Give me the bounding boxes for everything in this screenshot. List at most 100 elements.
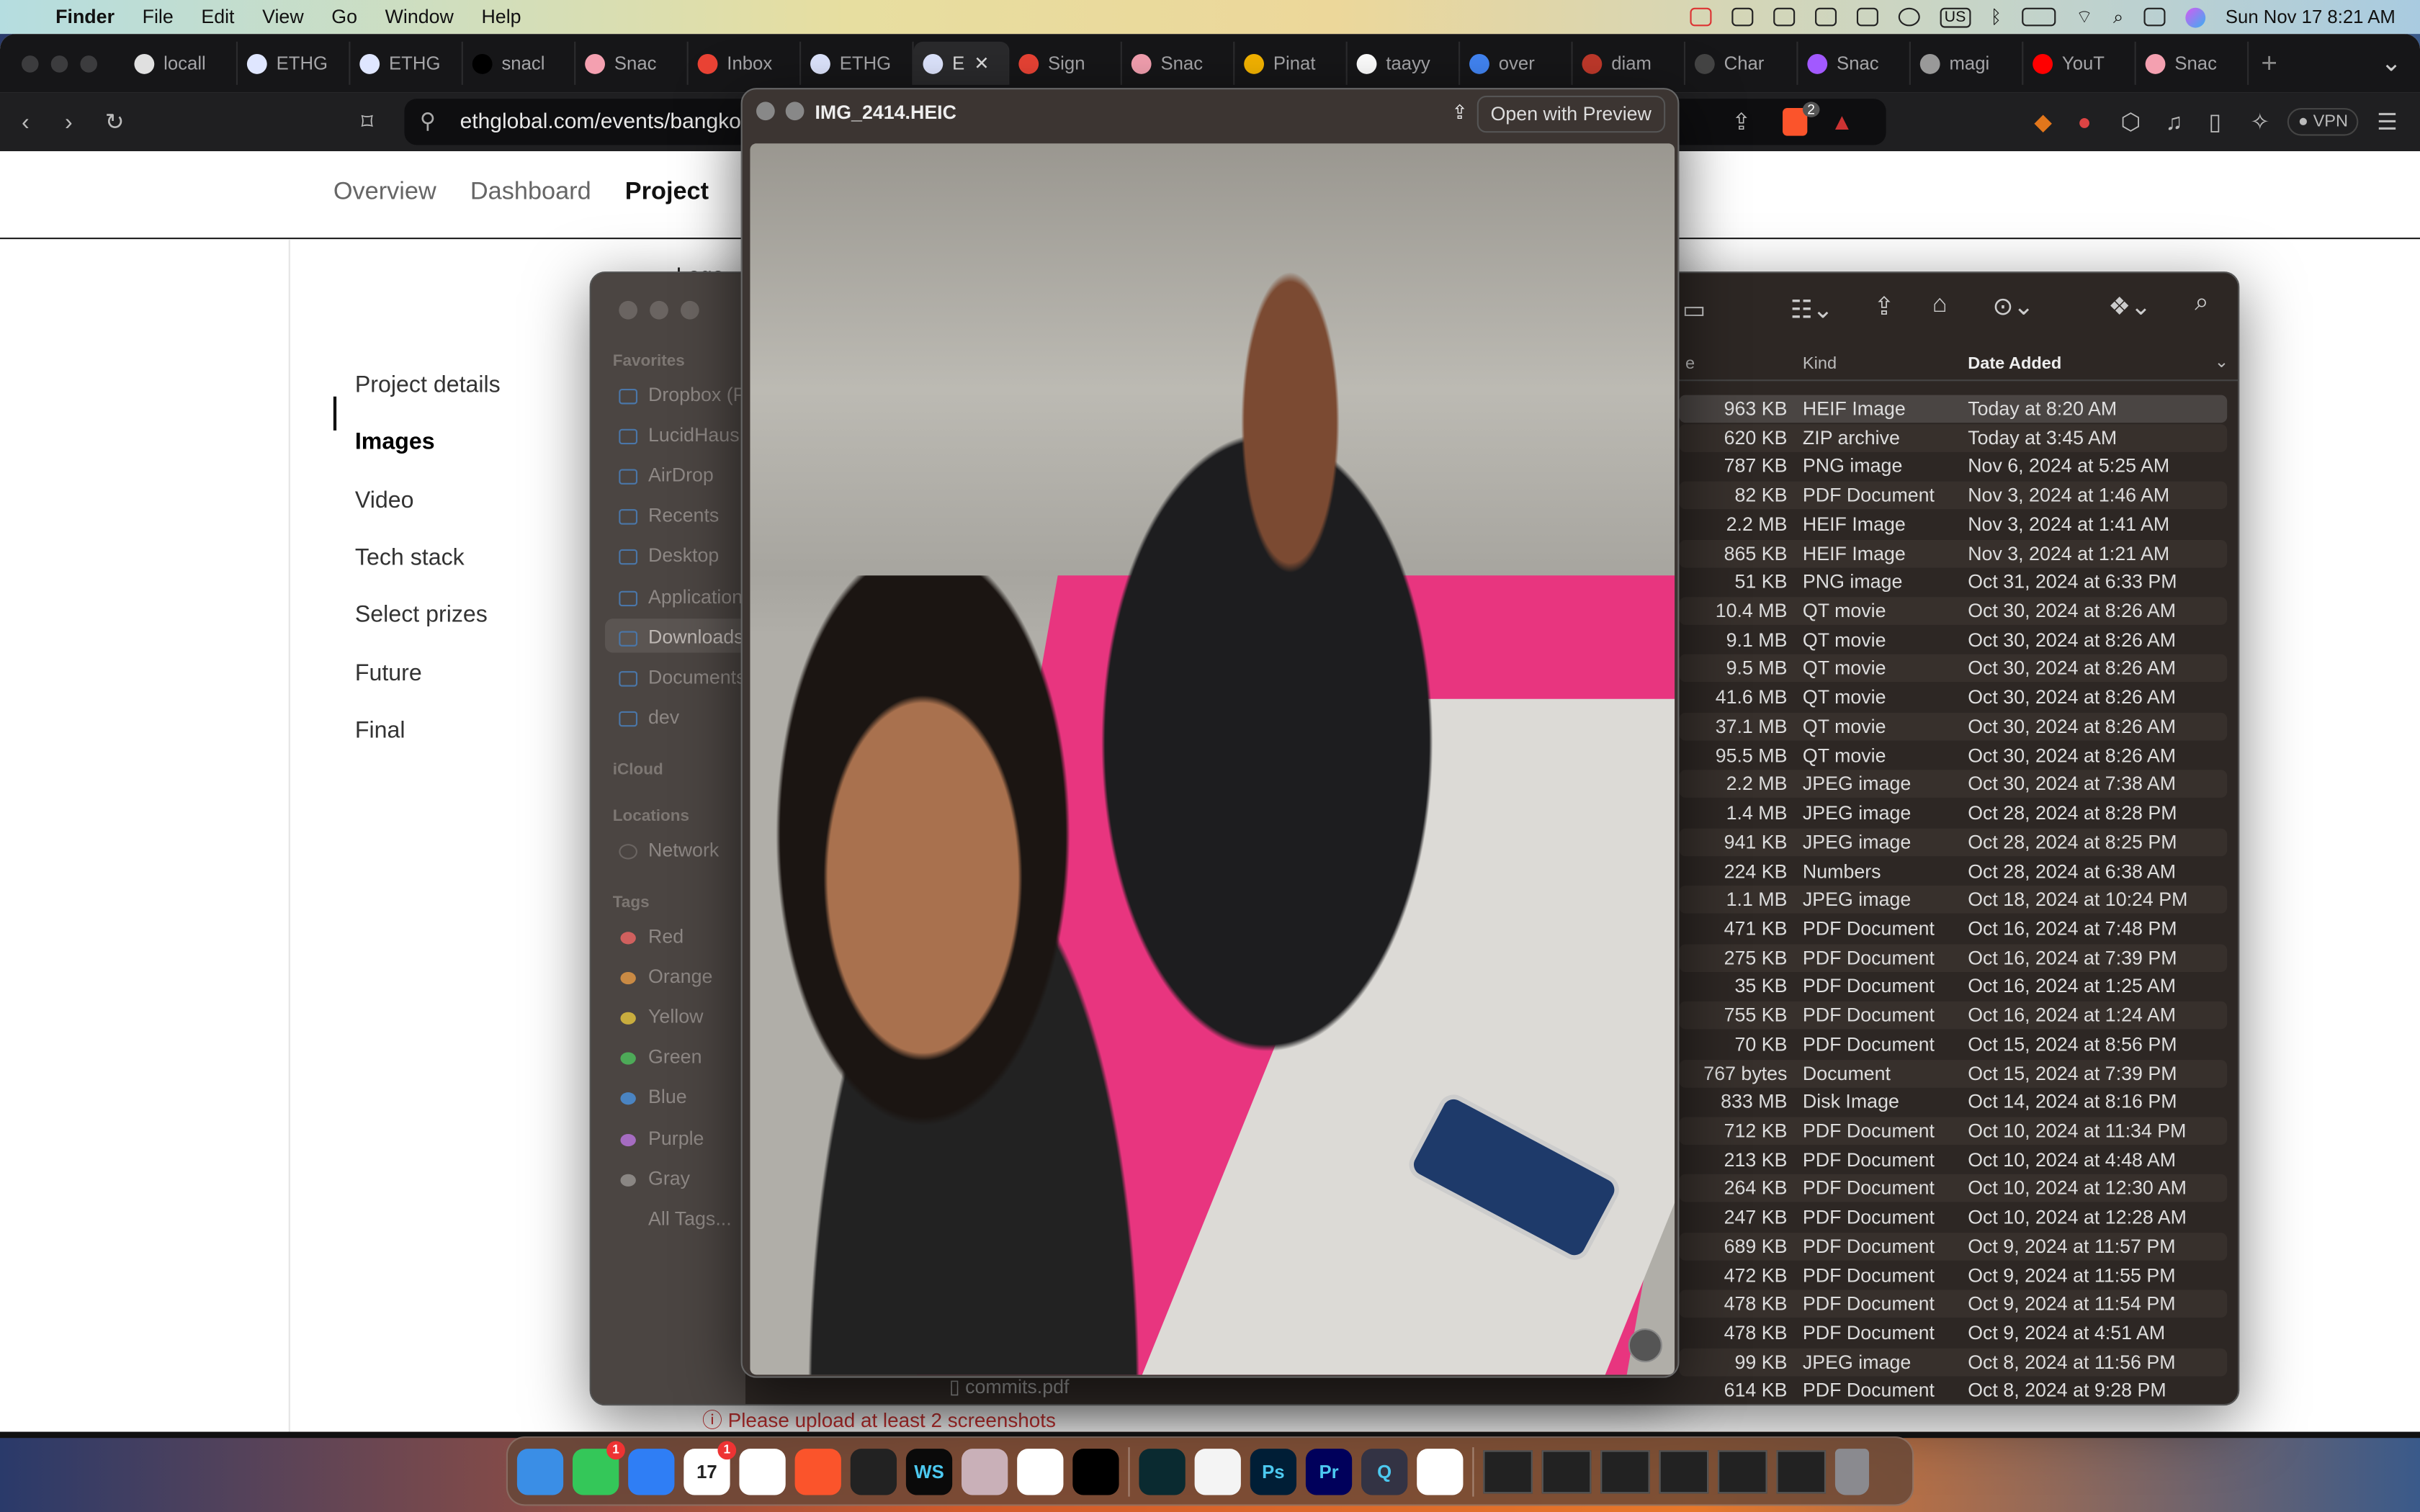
slack-dock-icon[interactable] [739, 1448, 786, 1495]
finder-minimize-button[interactable] [650, 300, 668, 320]
menu-item[interactable]: View [262, 6, 304, 28]
tab-list-chevron-icon[interactable]: ⌄ [2381, 48, 2402, 78]
tag-item[interactable]: Red [648, 926, 684, 948]
menu-item[interactable]: Window [385, 6, 454, 28]
extensions-puzzle-icon[interactable]: ⬡ [2120, 108, 2141, 135]
file-row[interactable]: 2.2 MB JPEG image Oct 30, 2024 at 7:38 AM [1679, 770, 2228, 798]
file-row[interactable]: 41.6 MB QT movie Oct 30, 2024 at 8:26 AM [1679, 684, 2227, 712]
file-row[interactable]: 865 KB HEIF Image Nov 3, 2024 at 1:21 AM [1679, 539, 2228, 567]
skull-app-dock-icon[interactable] [1072, 1448, 1119, 1495]
battery-icon[interactable] [2021, 7, 2056, 27]
tag-item[interactable]: Orange [648, 966, 712, 988]
search-icon[interactable]: ⌕ [2195, 290, 2208, 318]
browser-tab[interactable]: ETHG [350, 41, 463, 85]
metamask-icon[interactable]: ◆ [2034, 108, 2052, 135]
photoshop-dock-icon[interactable]: Ps [1250, 1448, 1297, 1495]
premiere-dock-icon[interactable]: Pr [1305, 1448, 1353, 1495]
minimized-window[interactable] [1776, 1449, 1827, 1493]
reload-icon[interactable]: ↻ [105, 108, 125, 135]
dropbox-icon[interactable]: ❖⌄ [2108, 292, 2151, 323]
clock[interactable]: Sun Nov 17 8:21 AM [2226, 6, 2396, 28]
zoom-button[interactable] [80, 55, 98, 72]
file-row[interactable]: 264 KB PDF Document Oct 10, 2024 at 12:30 … [1679, 1174, 2228, 1203]
file-row[interactable]: 37.1 MB QT movie Oct 30, 2024 at 8:26 AM [1679, 712, 2228, 741]
keyboard-input-indicator[interactable]: US [1940, 6, 1971, 27]
file-row[interactable]: 478 KB PDF Document Oct 9, 2024 at 4:51 AM [1679, 1319, 2227, 1347]
close-icon[interactable] [756, 102, 775, 121]
vpn-button[interactable]: ● VPN [2287, 108, 2360, 136]
extension-icon[interactable]: ● [2077, 109, 2091, 135]
fullscreen-icon[interactable] [785, 102, 805, 121]
project-sidebar-item[interactable]: Video [355, 487, 414, 513]
finder-sidebar-item[interactable]: Desktop [648, 545, 719, 567]
nav-project[interactable]: Project [625, 179, 709, 207]
file-row[interactable]: 689 KB PDF Document Oct 9, 2024 at 11:57 P… [1679, 1232, 2228, 1261]
browser-tab[interactable]: Snac [1798, 41, 1911, 85]
minimize-button[interactable] [50, 55, 68, 72]
bug-icon[interactable] [1773, 7, 1795, 27]
file-row-partial[interactable]: ▯ commits.pdf [949, 1374, 1070, 1398]
file-row[interactable]: 35 KB PDF Document Oct 16, 2024 at 1:25 AM [1679, 973, 2227, 1001]
tag-item[interactable]: Blue [648, 1086, 687, 1108]
back-icon[interactable]: ‹ [22, 109, 30, 135]
share-icon[interactable]: ⇪ [1731, 108, 1751, 135]
file-row[interactable]: 614 KB PDF Document Oct 8, 2024 at 9:28 PM [1679, 1377, 2227, 1404]
sync-icon[interactable] [1731, 7, 1753, 27]
browser-tab[interactable]: Char [1685, 41, 1798, 85]
browser-tab[interactable]: YouT [2023, 41, 2136, 85]
menu-item[interactable]: File [143, 6, 174, 28]
open-with-preview-button[interactable]: Open with Preview [1476, 95, 1666, 133]
view-gallery-icon[interactable]: ▭ [1682, 294, 1706, 325]
browser-tab[interactable]: magi [1911, 41, 2024, 85]
nav-dashboard[interactable]: Dashboard [470, 179, 591, 207]
browser-tab[interactable]: Pinat [1234, 41, 1348, 85]
more-actions-icon[interactable]: ⊙⌄ [1992, 292, 2033, 323]
browser-tab[interactable]: diam [1573, 41, 1686, 85]
tag-icon[interactable]: ⌂ [1932, 292, 1948, 320]
file-row[interactable]: 712 KB PDF Document Oct 10, 2024 at 11:34 … [1679, 1117, 2228, 1146]
file-row[interactable]: 51 KB PNG image Oct 31, 2024 at 6:33 PM [1679, 568, 2227, 596]
all-tags-item[interactable]: All Tags... [648, 1207, 732, 1229]
wifi-icon[interactable]: ⌔ [2076, 6, 2093, 29]
file-row[interactable]: 787 KB PNG image Nov 6, 2024 at 5:25 AM [1679, 453, 2227, 481]
dropbox-icon[interactable] [1690, 7, 1712, 27]
file-row[interactable]: 471 KB PDF Document Oct 16, 2024 at 7:48 P… [1679, 915, 2227, 943]
perplexity-dock-icon[interactable] [1139, 1448, 1186, 1495]
car-icon[interactable] [1856, 7, 1878, 27]
brave-dock-icon[interactable] [794, 1448, 841, 1495]
browser-tab[interactable]: ETHG [238, 41, 351, 85]
bluetooth-icon[interactable]: ᛒ [1991, 6, 2002, 28]
menu-item[interactable]: Edit [201, 6, 234, 28]
tag-item[interactable]: Purple [648, 1127, 704, 1148]
bookmark-icon[interactable]: ⌑ [361, 108, 373, 135]
finder-sidebar-item[interactable]: Network [648, 840, 719, 861]
site-settings-icon[interactable]: ⚲ [420, 108, 436, 134]
column-kind[interactable]: Kind [1803, 355, 1837, 374]
finder-sidebar-item[interactable]: Documents [648, 666, 746, 688]
share-icon[interactable]: ⇪ [1451, 100, 1467, 123]
file-row[interactable]: 620 KB ZIP archive Today at 3:45 AM [1679, 423, 2228, 452]
trash-icon[interactable] [1834, 1448, 1870, 1495]
project-sidebar-item[interactable]: Images [355, 429, 435, 455]
file-row[interactable]: 224 KB Numbers Oct 28, 2024 at 6:38 AM [1679, 857, 2227, 885]
minimized-window[interactable] [1600, 1449, 1650, 1493]
linear-dock-icon[interactable] [850, 1448, 897, 1495]
calendar-dock-icon[interactable]: 17 1 [684, 1440, 737, 1495]
file-row[interactable]: 833 MB Disk Image Oct 14, 2024 at 8:16 PM [1679, 1088, 2227, 1116]
finder-sidebar-item[interactable]: LucidHaus [648, 424, 740, 446]
file-row[interactable]: 95.5 MB QT movie Oct 30, 2024 at 8:26 AM [1679, 742, 2227, 770]
file-row[interactable]: 70 KB PDF Document Oct 15, 2024 at 8:56 PM [1679, 1030, 2227, 1058]
bird-icon[interactable] [1814, 7, 1837, 27]
project-sidebar-item[interactable]: Tech stack [355, 544, 465, 570]
photos-dock-icon[interactable] [1417, 1448, 1464, 1495]
finder-sidebar-item[interactable]: AirDrop [648, 464, 714, 486]
close-button[interactable] [22, 55, 39, 72]
webstorm-dock-icon[interactable]: WS [905, 1448, 953, 1495]
brave-rewards-icon[interactable]: ▲ [1830, 109, 1853, 135]
file-row[interactable]: 213 KB PDF Document Oct 10, 2024 at 4:48 A… [1679, 1146, 2227, 1174]
share-icon[interactable]: ⇪ [1873, 292, 1894, 323]
new-tab-icon[interactable]: + [2261, 47, 2277, 79]
project-sidebar-item[interactable]: Select prizes [355, 602, 488, 628]
file-row[interactable]: 2.2 MB HEIF Image Nov 3, 2024 at 1:41 AM [1679, 510, 2227, 539]
siri-icon[interactable] [2185, 6, 2206, 27]
